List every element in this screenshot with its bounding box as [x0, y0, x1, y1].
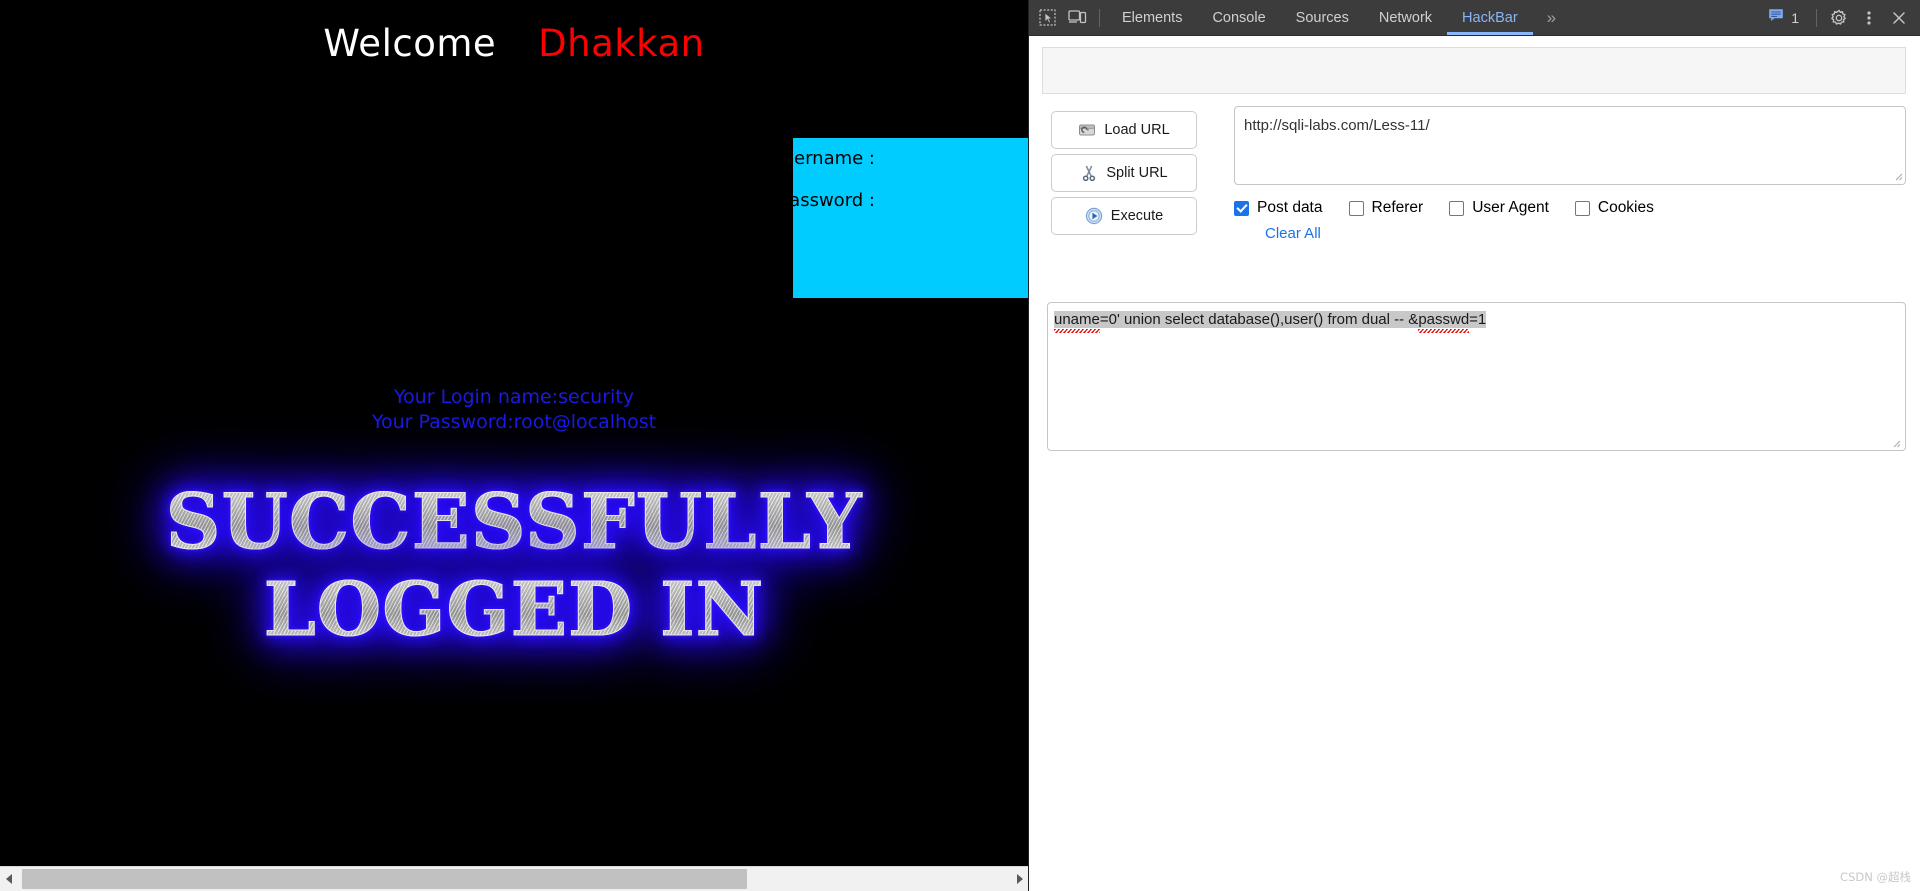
- checkbox-cookies[interactable]: Cookies: [1574, 199, 1654, 217]
- tab-hackbar-label: HackBar: [1462, 9, 1518, 26]
- post-data-query: =0' union select database(),user() from …: [1099, 311, 1419, 328]
- tab-network-label: Network: [1378, 9, 1433, 26]
- browser-page-pane: Welcome Dhakkan Username : Password : You…: [0, 0, 1028, 891]
- checkbox-cookies-box: [1574, 200, 1590, 216]
- scroll-right-arrow-icon[interactable]: [1011, 867, 1028, 891]
- devtools-toolbar-right: 1: [1758, 0, 1920, 35]
- post-data-tail: =1: [1469, 311, 1487, 328]
- checkbox-post-data-box: [1234, 200, 1249, 216]
- execute-label: Execute: [1110, 208, 1164, 224]
- devtools-toolbar: Elements Console Sources Network HackBar…: [1029, 0, 1920, 36]
- scroll-left-arrow-icon[interactable]: [0, 867, 17, 891]
- hackbar-panel: Load URL Split URL Execute http://sqli-l…: [1029, 36, 1920, 890]
- tab-sources-label: Sources: [1295, 9, 1349, 26]
- device-toolbar-icon[interactable]: [1062, 0, 1092, 35]
- load-url-label: Load URL: [1104, 122, 1170, 138]
- login-password-line: Your Password:root@localhost: [371, 411, 657, 433]
- hackbar-options: Post data Referer User Agent Cookies Cle…: [1234, 199, 1906, 259]
- login-credentials-output: Your Login name:security Your Password:r…: [0, 385, 1028, 435]
- console-message-count: 1: [1791, 9, 1799, 26]
- execute-play-icon: [1085, 207, 1103, 225]
- more-options-icon[interactable]: [1854, 9, 1884, 27]
- devtools-panel: Elements Console Sources Network HackBar…: [1028, 0, 1920, 891]
- hackbar-top-toolbar: [1042, 47, 1906, 94]
- tab-console-label: Console: [1212, 9, 1266, 26]
- split-url-label: Split URL: [1106, 165, 1168, 181]
- tab-hackbar[interactable]: HackBar: [1447, 0, 1533, 35]
- inspect-element-icon[interactable]: [1032, 0, 1062, 35]
- hackbar-checkbox-row: Post data Referer User Agent Cookies: [1234, 199, 1906, 217]
- load-url-button[interactable]: Load URL: [1051, 111, 1197, 149]
- console-message-icon: [1768, 7, 1784, 28]
- tab-sources[interactable]: Sources: [1281, 0, 1364, 35]
- toolbar-divider: [1099, 8, 1100, 27]
- url-input[interactable]: [1234, 106, 1906, 185]
- checkbox-referer-box: [1348, 200, 1364, 216]
- split-url-icon: [1080, 164, 1098, 182]
- checkbox-post-data-label: Post data: [1257, 199, 1323, 216]
- tab-console[interactable]: Console: [1197, 0, 1280, 35]
- success-banner-line1: SUCCESSFULLY: [0, 477, 1028, 566]
- successfully-logged-in-banner: SUCCESSFULLY LOGGED IN: [0, 477, 1028, 654]
- scrollbar-thumb[interactable]: [22, 869, 747, 889]
- page-viewport: Welcome Dhakkan Username : Password : You…: [0, 0, 1028, 866]
- checkbox-cookies-label: Cookies: [1597, 199, 1654, 216]
- split-url-button[interactable]: Split URL: [1051, 154, 1197, 192]
- login-form-box: Username : Password :: [771, 138, 1028, 298]
- tab-elements-label: Elements: [1122, 9, 1183, 26]
- execute-button[interactable]: Execute: [1051, 197, 1197, 235]
- clear-all-link[interactable]: Clear All: [1265, 225, 1321, 242]
- welcome-username: Dhakkan: [538, 22, 705, 65]
- login-name-line: Your Login name:security: [393, 386, 635, 408]
- checkbox-user-agent-label: User Agent: [1472, 199, 1549, 216]
- checkbox-user-agent-box: [1449, 200, 1465, 216]
- post-data-resize-handle-icon: [1889, 435, 1901, 448]
- checkbox-user-agent[interactable]: User Agent: [1449, 199, 1549, 217]
- username-label: Username :: [771, 148, 875, 169]
- welcome-header: Welcome Dhakkan: [0, 22, 1028, 65]
- toolbar-divider-right: [1816, 8, 1817, 27]
- devtools-tab-strip: Elements Console Sources Network HackBar: [1107, 0, 1533, 35]
- post-data-token-passwd: passwd: [1418, 311, 1470, 333]
- close-icon[interactable]: [1884, 10, 1914, 26]
- tab-network[interactable]: Network: [1364, 0, 1447, 35]
- post-data-text: uname=0' union select database(),user() …: [1054, 311, 1487, 333]
- checkbox-referer[interactable]: Referer: [1348, 199, 1424, 217]
- checkbox-referer-label: Referer: [1371, 199, 1424, 216]
- success-banner-line2: LOGGED IN: [0, 566, 1028, 654]
- page-horizontal-scrollbar[interactable]: [0, 866, 1028, 891]
- gear-icon[interactable]: [1824, 8, 1854, 27]
- screen: Welcome Dhakkan Username : Password : You…: [0, 0, 1920, 891]
- tab-elements[interactable]: Elements: [1107, 0, 1197, 35]
- post-data-input[interactable]: uname=0' union select database(),user() …: [1047, 302, 1906, 451]
- password-label: Password :: [779, 190, 875, 211]
- welcome-text: Welcome: [323, 22, 497, 65]
- more-tabs-chevron-icon[interactable]: »: [1533, 0, 1570, 35]
- checkbox-post-data[interactable]: Post data: [1234, 199, 1323, 217]
- csdn-watermark: CSDN @超栈: [1840, 870, 1911, 884]
- load-url-icon: [1078, 121, 1096, 139]
- console-message-badge[interactable]: 1: [1758, 7, 1809, 28]
- post-data-token-uname: uname: [1054, 311, 1100, 333]
